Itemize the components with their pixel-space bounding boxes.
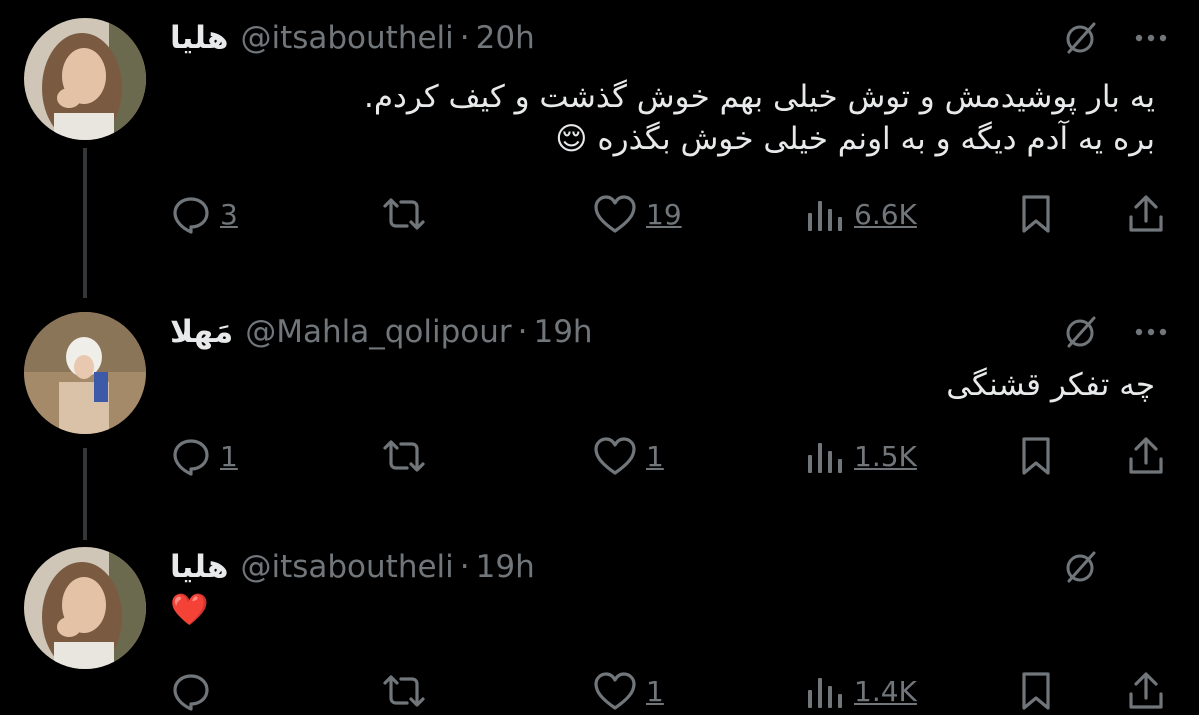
retweet-button[interactable] xyxy=(380,669,436,713)
tweet-actions: 1 1.4K xyxy=(170,669,1170,713)
retweet-button[interactable] xyxy=(380,434,436,478)
bookmark-button[interactable] xyxy=(1016,192,1056,236)
tweet-text-line-1: چه تفکر قشنگی xyxy=(946,367,1155,403)
views-count[interactable]: 1.4K xyxy=(854,675,917,708)
reply-button[interactable]: 3 xyxy=(170,192,238,236)
tweet-text: یه بار پوشیدمش و توش خیلی بهم خوش گذشت و… xyxy=(364,76,1155,160)
share-icon xyxy=(1126,193,1166,235)
grok-icon[interactable] xyxy=(1061,547,1101,587)
share-icon xyxy=(1126,435,1166,477)
tweet-header: هلیا @itsaboutheli · 19h xyxy=(170,545,535,589)
retweet-icon xyxy=(380,435,428,477)
avatar[interactable] xyxy=(24,18,146,140)
like-count[interactable]: 1 xyxy=(646,675,664,708)
user-handle[interactable]: @itsaboutheli xyxy=(240,549,453,585)
like-count[interactable]: 19 xyxy=(646,198,682,231)
like-count[interactable]: 1 xyxy=(646,440,664,473)
tweet-header: هلیا @itsaboutheli · 20h xyxy=(170,16,535,60)
tweet-top-icons xyxy=(1061,547,1171,587)
more-dots-icon[interactable] xyxy=(1131,312,1171,352)
like-button[interactable]: 19 xyxy=(592,192,682,236)
retweet-icon xyxy=(380,670,428,712)
views-icon xyxy=(804,435,846,477)
heart-icon xyxy=(592,435,638,477)
views-button[interactable]: 1.4K xyxy=(804,669,917,713)
reply-button[interactable]: 1 xyxy=(170,434,238,478)
tweet-3[interactable]: هلیا @itsaboutheli · 19h ❤️ 1 1.4K xyxy=(0,545,1199,715)
user-handle[interactable]: @itsaboutheli xyxy=(240,20,453,56)
views-count[interactable]: 6.6K xyxy=(854,198,917,231)
tweet-top-icons xyxy=(1061,312,1171,352)
views-icon xyxy=(804,670,846,712)
timestamp[interactable]: 19h xyxy=(533,314,592,350)
retweet-button[interactable] xyxy=(380,192,436,236)
bookmark-button[interactable] xyxy=(1016,434,1056,478)
tweet-text: چه تفکر قشنگی xyxy=(946,364,1155,406)
grok-icon[interactable] xyxy=(1061,312,1101,352)
tweet-text-line-1: یه بار پوشیدمش و توش خیلی بهم خوش گذشت و… xyxy=(363,79,1155,115)
reply-icon xyxy=(170,435,212,477)
views-button[interactable]: 6.6K xyxy=(804,192,917,236)
tweet-header: مَهلا @Mahla_qolipour · 19h xyxy=(170,310,593,354)
reply-button[interactable] xyxy=(170,669,220,713)
heart-icon xyxy=(592,670,638,712)
like-button[interactable]: 1 xyxy=(592,434,664,478)
share-button[interactable] xyxy=(1126,669,1166,713)
bookmark-icon xyxy=(1016,435,1056,477)
more-dots-icon[interactable] xyxy=(1131,18,1171,58)
reply-count[interactable]: 3 xyxy=(220,198,238,231)
user-handle[interactable]: @Mahla_qolipour xyxy=(245,314,511,350)
separator-dot: · xyxy=(459,549,470,585)
tweet-top-icons xyxy=(1061,18,1171,58)
display-name[interactable]: هلیا xyxy=(170,20,228,56)
views-count[interactable]: 1.5K xyxy=(854,440,917,473)
separator-dot: · xyxy=(459,20,470,56)
tweet-text-line-1: ❤️ xyxy=(170,592,209,628)
timestamp[interactable]: 20h xyxy=(476,20,535,56)
reply-count[interactable]: 1 xyxy=(220,440,238,473)
views-icon xyxy=(804,193,846,235)
bookmark-button[interactable] xyxy=(1016,669,1056,713)
tweet-text-line-2: بره یه آدم دیگه و به اونم خیلی خوش بگذره… xyxy=(555,121,1155,157)
tweet-1[interactable]: هلیا @itsaboutheli · 20h یه بار پوشیدمش … xyxy=(0,16,1199,256)
views-button[interactable]: 1.5K xyxy=(804,434,917,478)
tweet-2[interactable]: مَهلا @Mahla_qolipour · 19h چه تفکر قشنگ… xyxy=(0,310,1199,500)
tweet-actions: 1 1 1.5K xyxy=(170,434,1170,478)
tweet-text: ❤️ xyxy=(170,589,209,631)
reply-icon xyxy=(170,670,212,712)
display-name[interactable]: مَهلا xyxy=(170,314,233,350)
share-icon xyxy=(1126,670,1166,712)
timestamp[interactable]: 19h xyxy=(476,549,535,585)
avatar[interactable] xyxy=(24,547,146,669)
avatar[interactable] xyxy=(24,312,146,434)
display-name[interactable]: هلیا xyxy=(170,549,228,585)
bookmark-icon xyxy=(1016,670,1056,712)
bookmark-icon xyxy=(1016,193,1056,235)
share-button[interactable] xyxy=(1126,192,1166,236)
retweet-icon xyxy=(380,193,428,235)
reply-icon xyxy=(170,193,212,235)
like-button[interactable]: 1 xyxy=(592,669,664,713)
tweet-actions: 3 19 6.6K xyxy=(170,192,1170,236)
grok-icon[interactable] xyxy=(1061,18,1101,58)
heart-icon xyxy=(592,193,638,235)
separator-dot: · xyxy=(517,314,528,350)
share-button[interactable] xyxy=(1126,434,1166,478)
